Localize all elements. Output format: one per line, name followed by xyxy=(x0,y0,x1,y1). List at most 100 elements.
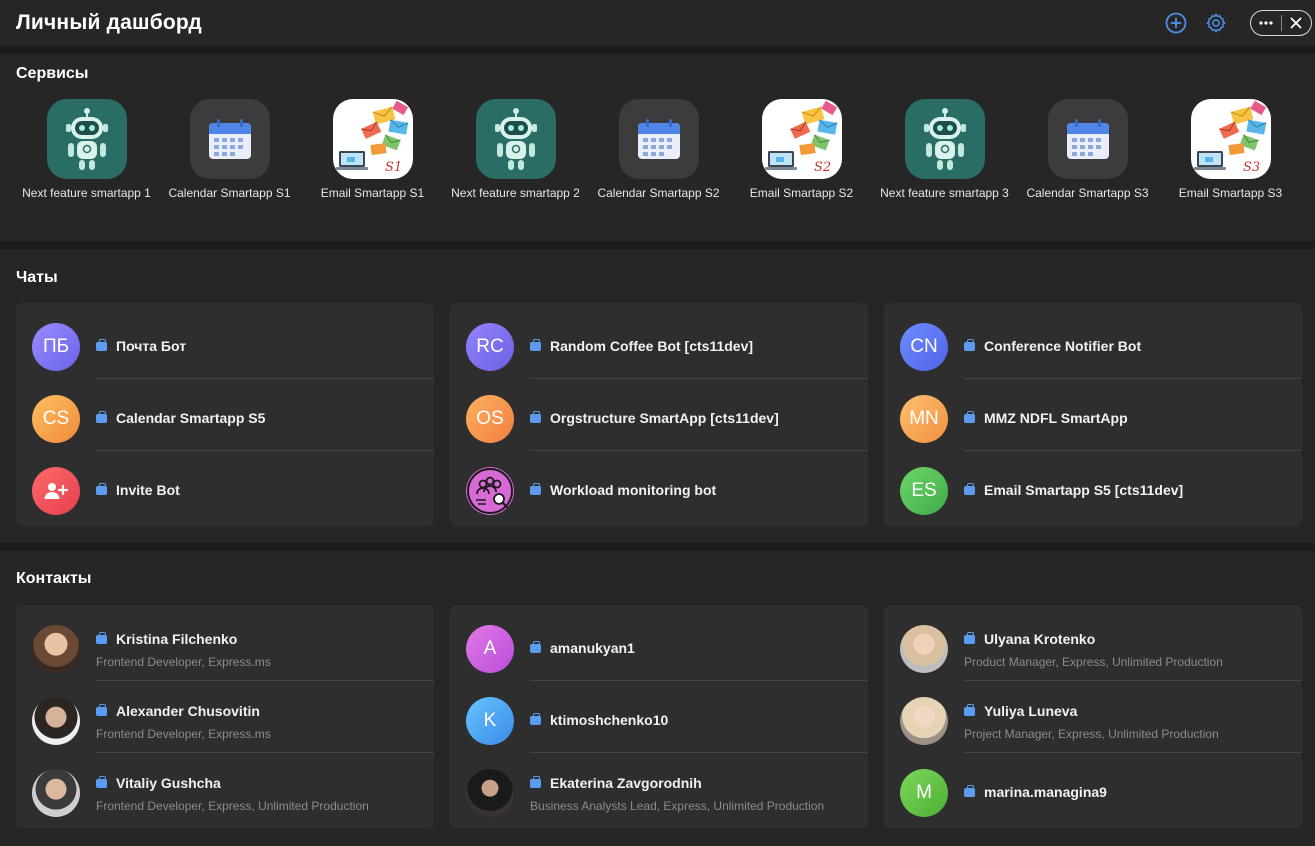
service-label: Calendar Smartapp S2 xyxy=(597,186,720,200)
contact-item[interactable]: Yuliya Luneva Project Manager, Express, … xyxy=(884,681,1302,753)
briefcase-icon xyxy=(530,482,541,495)
contact-subtitle: Business Analysts Lead, Express, Unlimit… xyxy=(530,799,825,813)
service-label: Email Smartapp S2 xyxy=(749,186,854,200)
add-icon[interactable] xyxy=(1164,11,1188,35)
add-user-icon xyxy=(32,467,80,515)
svg-text:S3: S3 xyxy=(1243,160,1260,175)
service-item[interactable]: S2 Email Smartapp S2 xyxy=(730,99,873,200)
contact-name: Ekaterina Zavgorodnih xyxy=(550,775,702,791)
contacts-title: Контакты xyxy=(16,570,92,587)
robot-icon xyxy=(46,99,127,179)
briefcase-icon xyxy=(96,338,107,351)
email-icon: S3 xyxy=(1190,99,1271,179)
avatar-photo xyxy=(32,625,80,673)
svg-text:S2: S2 xyxy=(814,160,831,175)
briefcase-icon xyxy=(964,338,975,351)
contact-name: amanukyan1 xyxy=(550,640,635,656)
service-item[interactable]: Next feature smartapp 1 xyxy=(15,99,158,200)
briefcase-icon xyxy=(96,410,107,423)
service-item[interactable]: S3 Email Smartapp S3 xyxy=(1159,99,1302,200)
service-label: Calendar Smartapp S1 xyxy=(168,186,291,200)
contact-item[interactable]: Alexander Chusovitin Frontend Developer,… xyxy=(16,681,434,753)
avatar: ПБ xyxy=(32,323,80,371)
page-title: Личный дашборд xyxy=(16,11,202,34)
briefcase-icon xyxy=(530,338,541,351)
service-label: Email Smartapp S3 xyxy=(1178,186,1283,200)
contact-item[interactable]: Ekaterina Zavgorodnih Business Analysts … xyxy=(450,753,868,825)
briefcase-icon xyxy=(530,775,541,788)
briefcase-icon xyxy=(964,784,975,797)
close-icon[interactable] xyxy=(1282,11,1312,35)
contact-name: Vitaliy Gushcha xyxy=(116,775,221,791)
avatar: ES xyxy=(900,467,948,515)
avatar: A xyxy=(466,625,514,673)
avatar: CS xyxy=(32,395,80,443)
chat-name: Email Smartapp S5 [cts11dev] xyxy=(984,482,1184,498)
chat-item[interactable]: OS Orgstructure SmartApp [cts11dev] xyxy=(450,379,868,451)
contact-item[interactable]: A amanukyan1 xyxy=(450,609,868,681)
header-actions xyxy=(1164,0,1315,46)
chat-name: MMZ NDFL SmartApp xyxy=(984,410,1128,426)
chat-name: Calendar Smartapp S5 xyxy=(116,410,266,426)
workload-monitor-icon xyxy=(466,467,514,515)
chat-item[interactable]: ПБ Почта Бот xyxy=(16,307,434,379)
contact-name: ktimoshchenko10 xyxy=(550,712,669,728)
more-icon[interactable] xyxy=(1251,11,1281,35)
chat-name: Conference Notifier Bot xyxy=(984,338,1142,354)
chat-item[interactable]: CN Conference Notifier Bot xyxy=(884,307,1302,379)
service-item[interactable]: Next feature smartapp 2 xyxy=(444,99,587,200)
briefcase-icon xyxy=(530,712,541,725)
chat-item[interactable]: RC Random Coffee Bot [cts11dev] xyxy=(450,307,868,379)
avatar-photo xyxy=(900,697,948,745)
gear-icon[interactable] xyxy=(1204,11,1228,35)
briefcase-icon xyxy=(96,775,107,788)
briefcase-icon xyxy=(96,631,107,644)
chat-name: Orgstructure SmartApp [cts11dev] xyxy=(550,410,779,426)
services-list: Next feature smartapp 1 Calendar Smartapp… xyxy=(15,99,1302,200)
briefcase-icon xyxy=(964,482,975,495)
chats-card-2: RC Random Coffee Bot [cts11dev] OS Orgst… xyxy=(450,303,868,526)
chat-item[interactable]: Invite Bot xyxy=(16,451,434,523)
avatar: MN xyxy=(900,395,948,443)
service-label: Next feature smartapp 2 xyxy=(451,186,580,200)
email-icon: S2 xyxy=(761,99,842,179)
contacts-card-2: A amanukyan1 K ktimoshchenko10 Ekaterina… xyxy=(450,605,868,828)
briefcase-icon xyxy=(530,640,541,653)
chat-name: Invite Bot xyxy=(116,482,180,498)
service-label: Email Smartapp S1 xyxy=(320,186,425,200)
contact-name: marina.managina9 xyxy=(984,784,1107,800)
contact-name: Ulyana Krotenko xyxy=(984,631,1096,647)
robot-icon xyxy=(475,99,556,179)
contacts-section: Контакты Kristina Filchenko Frontend Dev… xyxy=(0,551,1315,846)
contact-subtitle: Frontend Developer, Express.ms xyxy=(96,655,271,669)
calendar-icon xyxy=(618,99,699,179)
service-item[interactable]: Calendar Smartapp S2 xyxy=(587,99,730,200)
chat-name: Workload monitoring bot xyxy=(550,482,717,498)
email-icon: S1 xyxy=(332,99,413,179)
contact-item[interactable]: M marina.managina9 xyxy=(884,753,1302,825)
avatar-photo xyxy=(32,769,80,817)
top-bar: Личный дашборд xyxy=(0,0,1315,46)
service-item[interactable]: Calendar Smartapp S3 xyxy=(1016,99,1159,200)
chat-item[interactable]: Workload monitoring bot xyxy=(450,451,868,523)
service-item[interactable]: Calendar Smartapp S1 xyxy=(158,99,301,200)
contact-item[interactable]: Vitaliy Gushcha Frontend Developer, Expr… xyxy=(16,753,434,825)
chat-item[interactable]: MN MMZ NDFL SmartApp xyxy=(884,379,1302,451)
contact-subtitle: Frontend Developer, Express.ms xyxy=(96,727,271,741)
service-item[interactable]: S1 Email Smartapp S1 xyxy=(301,99,444,200)
contact-name: Alexander Chusovitin xyxy=(116,703,260,719)
contact-item[interactable]: Ulyana Krotenko Product Manager, Express… xyxy=(884,609,1302,681)
contact-name: Yuliya Luneva xyxy=(984,703,1078,719)
avatar: OS xyxy=(466,395,514,443)
contact-item[interactable]: K ktimoshchenko10 xyxy=(450,681,868,753)
service-label: Next feature smartapp 3 xyxy=(880,186,1009,200)
contact-subtitle: Project Manager, Express, Unlimited Prod… xyxy=(964,727,1219,741)
briefcase-icon xyxy=(964,631,975,644)
avatar-photo xyxy=(900,625,948,673)
service-item[interactable]: Next feature smartapp 3 xyxy=(873,99,1016,200)
chats-card-1: ПБ Почта Бот CS Calendar Smartapp S5 Inv… xyxy=(16,303,434,526)
contact-item[interactable]: Kristina Filchenko Frontend Developer, E… xyxy=(16,609,434,681)
chat-item[interactable]: ES Email Smartapp S5 [cts11dev] xyxy=(884,451,1302,523)
contact-name: Kristina Filchenko xyxy=(116,631,238,647)
chat-item[interactable]: CS Calendar Smartapp S5 xyxy=(16,379,434,451)
